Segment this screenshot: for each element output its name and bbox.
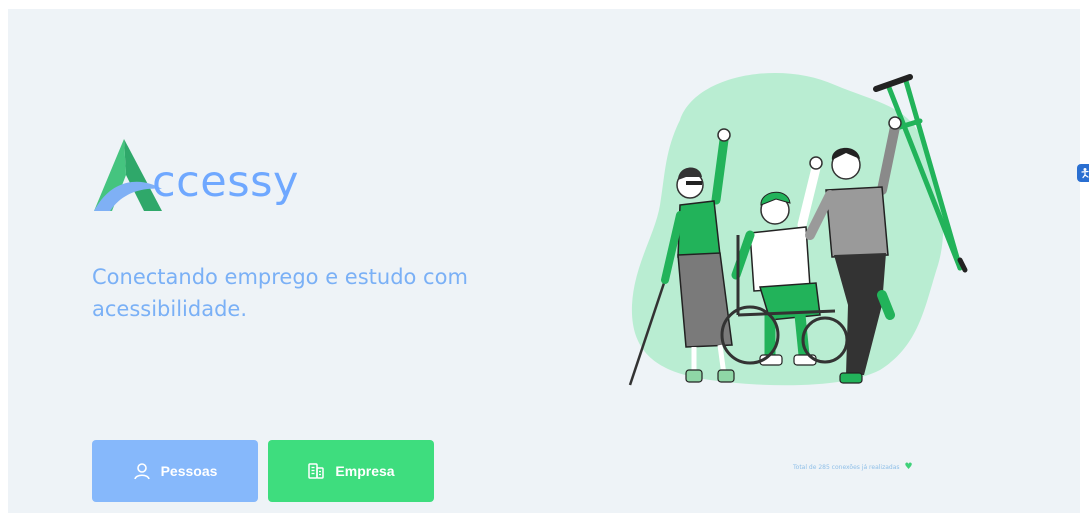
brand-name: ccessy xyxy=(152,157,299,207)
accessibility-icon xyxy=(1081,168,1089,179)
people-button[interactable]: Pessoas xyxy=(92,440,258,502)
counter-text: Total de 285 conexões já realizadas xyxy=(793,464,900,471)
landing-page: ccessy Conectando emprego e estudo com a… xyxy=(8,9,1089,513)
company-button-label: Empresa xyxy=(335,463,395,479)
accessibility-widget-button[interactable] xyxy=(1077,164,1089,182)
building-icon xyxy=(308,463,325,479)
accessibility-illustration xyxy=(628,72,968,386)
heart-icon: ♥ xyxy=(904,462,913,472)
accessy-logo[interactable]: ccessy xyxy=(92,137,332,217)
hero-tagline: Conectando emprego e estudo com acessibi… xyxy=(92,265,468,321)
user-icon xyxy=(133,463,150,480)
company-button[interactable]: Empresa xyxy=(268,440,434,502)
connections-counter: Total de 285 conexões já realizadas ♥ xyxy=(793,463,913,472)
people-button-label: Pessoas xyxy=(160,463,218,479)
